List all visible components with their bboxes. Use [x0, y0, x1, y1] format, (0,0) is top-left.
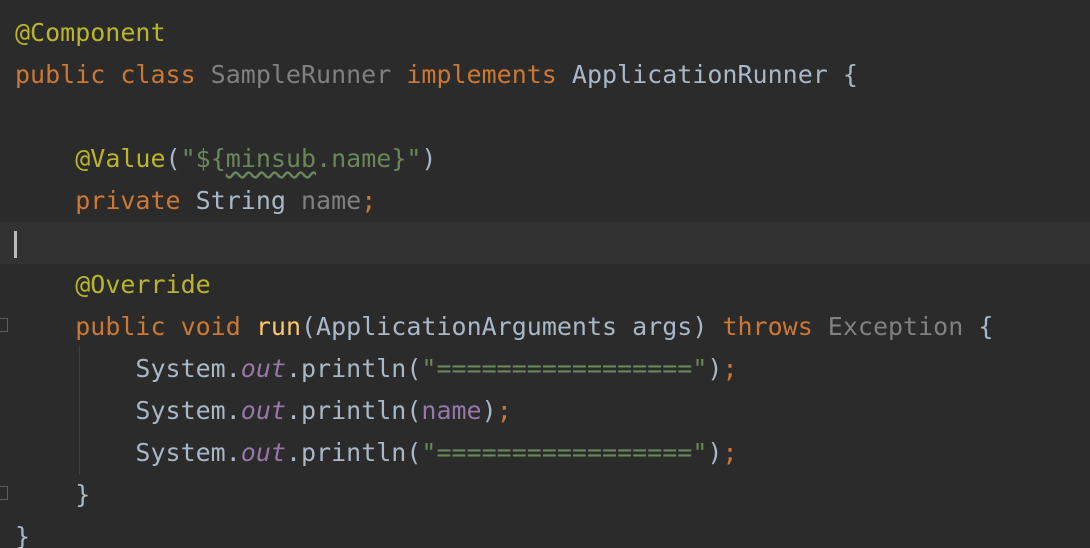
code-token: ; — [722, 354, 738, 383]
code-line[interactable]: @Value("${minsub.name}") — [0, 138, 1090, 180]
code-token: ) — [481, 396, 497, 425]
code-line[interactable]: private String name; — [0, 180, 1090, 222]
code-text: public class SampleRunner implements App… — [15, 54, 858, 96]
code-token: throws — [722, 312, 828, 341]
code-token: ( — [165, 144, 181, 173]
code-token: .println( — [285, 354, 422, 383]
code-token: implements — [406, 60, 572, 89]
code-token: ApplicationRunner { — [571, 60, 858, 89]
code-token: out — [240, 396, 286, 425]
code-token: ; — [361, 186, 377, 215]
code-text: System.out.println("================="); — [15, 348, 738, 390]
code-token: run — [255, 312, 301, 341]
code-token: @Component — [15, 18, 166, 47]
code-token: private — [75, 186, 196, 215]
code-text: private String name; — [15, 180, 376, 222]
code-line[interactable]: @Component — [0, 12, 1090, 54]
code-token: .println( — [285, 438, 422, 467]
code-token: class — [120, 60, 211, 89]
code-token: ; — [722, 438, 738, 467]
code-line-current[interactable] — [0, 222, 1090, 264]
code-text: System.out.println("================="); — [15, 432, 738, 474]
code-line[interactable]: public void run(ApplicationArguments arg… — [0, 306, 1090, 348]
code-token: out — [240, 438, 286, 467]
code-token: ) — [421, 144, 437, 173]
code-line[interactable]: @Override — [0, 264, 1090, 306]
code-token: ) — [707, 354, 723, 383]
code-token: (ApplicationArguments args) — [301, 312, 723, 341]
code-text: System.out.println(name); — [15, 390, 512, 432]
code-line[interactable] — [0, 96, 1090, 138]
code-token: name — [421, 396, 482, 425]
code-text: @Value("${minsub.name}") — [15, 138, 436, 180]
code-token: String — [195, 186, 301, 215]
code-editor[interactable]: @Component public class SampleRunner impl… — [0, 0, 1090, 548]
code-token: } — [15, 522, 31, 548]
code-token: SampleRunner — [210, 60, 407, 89]
code-token: ) — [707, 438, 723, 467]
code-token: System. — [135, 354, 241, 383]
code-text: } — [15, 474, 90, 516]
code-line[interactable]: } — [0, 474, 1090, 516]
code-token: } — [75, 480, 91, 509]
code-token: { — [978, 312, 994, 341]
code-token: minsub — [225, 144, 317, 173]
code-token: out — [240, 354, 286, 383]
code-line[interactable]: System.out.println("================="); — [0, 432, 1090, 474]
code-token: "=================" — [421, 438, 708, 467]
code-text: @Component — [15, 12, 166, 54]
text-caret — [14, 231, 17, 258]
code-token: ; — [496, 396, 512, 425]
code-token: public — [15, 60, 121, 89]
code-token: public — [75, 312, 181, 341]
code-token: @Override — [75, 270, 211, 299]
code-token: name — [301, 186, 362, 215]
code-line[interactable]: public class SampleRunner implements App… — [0, 54, 1090, 96]
code-token: void — [180, 312, 256, 341]
code-token: .println( — [285, 396, 422, 425]
code-text: } — [15, 516, 30, 548]
code-text: public void run(ApplicationArguments arg… — [15, 306, 993, 348]
code-token: System. — [135, 438, 241, 467]
code-token: "${ — [180, 144, 226, 173]
code-line[interactable]: } — [0, 516, 1090, 548]
code-line[interactable]: System.out.println(name); — [0, 390, 1090, 432]
code-text: @Override — [15, 264, 211, 306]
code-token: "=================" — [421, 354, 708, 383]
code-token: Exception — [827, 312, 979, 341]
code-token: .name}" — [316, 144, 422, 173]
code-line[interactable]: System.out.println("================="); — [0, 348, 1090, 390]
code-token: System. — [135, 396, 241, 425]
code-token: @Value — [75, 144, 166, 173]
